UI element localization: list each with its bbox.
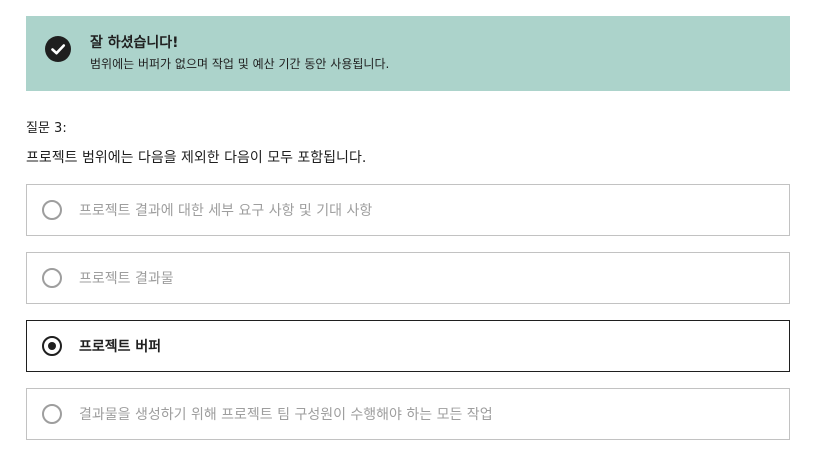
- question-number: 질문 3:: [26, 121, 67, 136]
- radio-button[interactable]: [42, 200, 62, 220]
- feedback-description: 범위에는 버퍼가 없으며 작업 및 예산 기간 동안 사용됩니다.: [90, 57, 390, 71]
- radio-button-selected[interactable]: [42, 336, 62, 356]
- radio-button[interactable]: [42, 404, 62, 424]
- feedback-banner: 잘 하셨습니다! 범위에는 버퍼가 없으며 작업 및 예산 기간 동안 사용됩니…: [26, 16, 790, 91]
- answer-option-label: 프로젝트 결과에 대한 세부 요구 사항 및 기대 사항: [79, 203, 373, 219]
- answer-option-2[interactable]: 프로젝트 결과물: [26, 252, 790, 304]
- answer-option-label: 프로젝트 버퍼: [79, 339, 162, 355]
- check-circle-icon: [45, 36, 71, 62]
- radio-button[interactable]: [42, 268, 62, 288]
- answer-option-label: 프로젝트 결과물: [79, 271, 174, 287]
- question-text: 프로젝트 범위에는 다음을 제외한 다음이 모두 포함됩니다.: [26, 150, 367, 166]
- answer-option-1[interactable]: 프로젝트 결과에 대한 세부 요구 사항 및 기대 사항: [26, 184, 790, 236]
- answer-option-label: 결과물을 생성하기 위해 프로젝트 팀 구성원이 수행해야 하는 모든 작업: [79, 407, 493, 423]
- feedback-title: 잘 하셨습니다!: [90, 35, 179, 51]
- answer-option-3[interactable]: 프로젝트 버퍼: [26, 320, 790, 372]
- answer-option-4[interactable]: 결과물을 생성하기 위해 프로젝트 팀 구성원이 수행해야 하는 모든 작업: [26, 388, 790, 440]
- radio-dot: [48, 342, 56, 350]
